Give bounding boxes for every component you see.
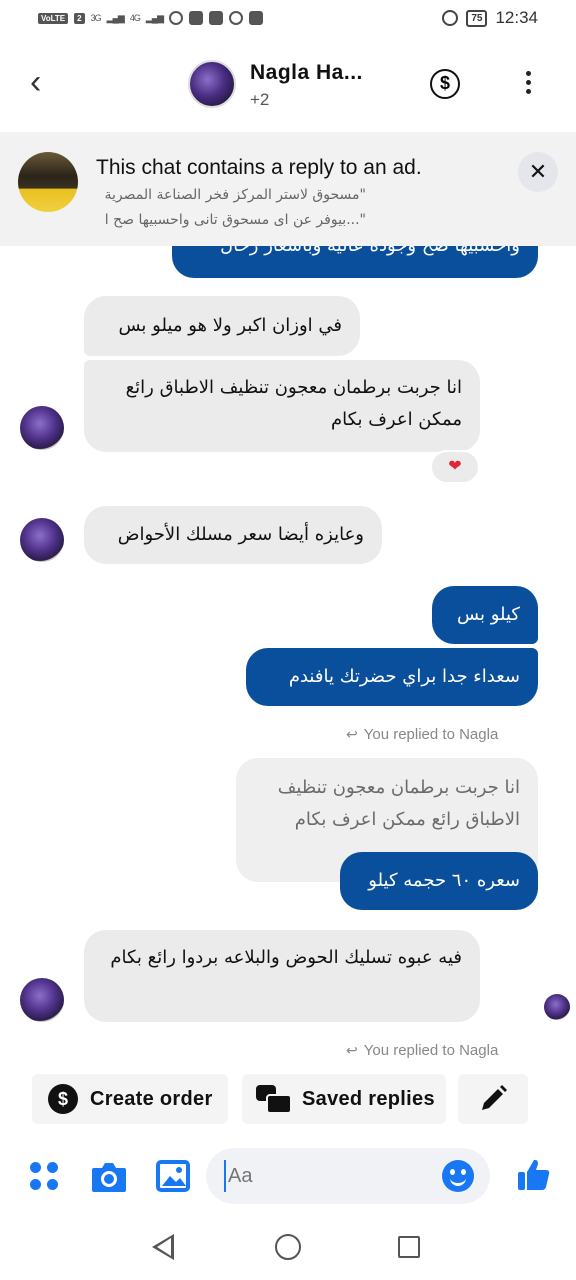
network-3g: 3G xyxy=(90,13,102,23)
saved-replies-label: Saved replies xyxy=(302,1087,435,1110)
ad-banner-preview: "...بيوفر عن اى مسحوق تانى واحسبيها صح ا xyxy=(104,212,366,228)
reply-indicator: ↩ You replied to Nagla xyxy=(346,726,498,743)
camera-icon[interactable] xyxy=(90,1160,128,1194)
system-nav-bar xyxy=(0,1212,576,1280)
edit-button[interactable] xyxy=(458,1074,528,1124)
ad-reply-banner[interactable]: This chat contains a reply to an ad. "مس… xyxy=(0,132,576,246)
avatar[interactable] xyxy=(20,406,64,450)
avatar[interactable] xyxy=(20,978,64,1022)
message-incoming[interactable]: في اوزان اكبر ولا هو ميلو بس xyxy=(84,296,360,356)
avatar[interactable] xyxy=(20,518,64,562)
youtube-icon xyxy=(209,11,224,25)
message-incoming[interactable]: وعايزه أيضا سعر مسلك الأحواض xyxy=(84,506,382,564)
chat-bubbles-icon xyxy=(256,1085,292,1114)
dollar-icon[interactable]: $ xyxy=(430,69,460,99)
reply-arrow-icon: ↩ xyxy=(346,1042,358,1058)
dollar-icon: $ xyxy=(48,1084,78,1114)
message-input-wrapper[interactable] xyxy=(206,1148,490,1204)
network-4g: 4G xyxy=(129,13,141,23)
nav-home-icon[interactable] xyxy=(275,1234,301,1260)
nav-recents-icon[interactable] xyxy=(398,1236,420,1258)
status-bar: VoLTE 2 3G ▂▄▆ 4G ▂▄▆ 75 12:34 xyxy=(0,0,576,36)
nav-back-icon[interactable] xyxy=(152,1234,174,1260)
status-left: VoLTE 2 3G ▂▄▆ 4G ▂▄▆ xyxy=(38,11,264,25)
message-outgoing[interactable]: كيلو بس xyxy=(432,586,538,644)
volte-badge: VoLTE xyxy=(38,12,69,24)
emoji-icon[interactable] xyxy=(442,1160,474,1192)
sim-badge: 2 xyxy=(74,12,85,24)
more-vertical-icon[interactable] xyxy=(516,68,540,100)
message-incoming[interactable]: فيه عبوه تسليك الحوض والبلاعه بردوا رائع… xyxy=(84,930,480,1022)
thumbs-up-icon[interactable] xyxy=(514,1156,552,1194)
message-outgoing[interactable]: سعداء جدا براي حضرتك يافندم xyxy=(246,648,538,706)
status-right: 75 12:34 xyxy=(442,8,538,28)
app-icon xyxy=(189,11,204,25)
message-incoming[interactable]: انا جربت برطمان معجون تنظيف الاطباق رائع… xyxy=(84,360,480,452)
contact-subtitle: +2 xyxy=(250,90,270,109)
back-arrow-icon[interactable]: ‹ xyxy=(30,64,62,104)
create-order-button[interactable]: $ Create order xyxy=(32,1074,228,1124)
circle-icon xyxy=(229,11,244,25)
heart-reaction-icon[interactable]: ❤ xyxy=(430,450,480,484)
status-time: 12:34 xyxy=(495,8,538,27)
signal-icon: ▂▄▆ xyxy=(145,12,164,23)
alarm-icon xyxy=(442,10,459,26)
ad-banner-title: This chat contains a reply to an ad. xyxy=(96,156,422,179)
create-order-label: Create order xyxy=(90,1087,213,1110)
seen-avatar xyxy=(544,994,570,1020)
reply-indicator: ↩ You replied to Nagla xyxy=(346,1042,498,1059)
pencil-icon xyxy=(482,1085,507,1110)
message-outgoing[interactable]: سعره ٦٠ حجمه كيلو xyxy=(340,852,538,910)
reply-indicator-text: You replied to Nagla xyxy=(363,726,499,743)
contact-name[interactable]: Nagla Ha... xyxy=(250,61,363,85)
ad-banner-preview: "مسحوق لاستر المركز فخر الصناعة المصرية xyxy=(104,187,366,203)
avatar[interactable] xyxy=(188,60,236,108)
facebook-icon xyxy=(249,11,264,25)
message-list[interactable]: واحسبيها صح وجودة عالية وباسعار رخال في … xyxy=(0,246,576,1066)
image-icon[interactable] xyxy=(156,1160,190,1192)
message-input[interactable] xyxy=(224,1160,424,1192)
vpn-icon xyxy=(169,11,184,25)
reply-arrow-icon: ↩ xyxy=(346,726,358,742)
grid-dots-icon[interactable] xyxy=(30,1162,60,1192)
battery-indicator: 75 xyxy=(466,9,488,27)
signal-icon: ▂▄▆ xyxy=(106,12,125,23)
message-composer xyxy=(0,1142,576,1212)
message-outgoing[interactable]: واحسبيها صح وجودة عالية وباسعار رخال xyxy=(172,246,538,278)
close-icon[interactable]: ✕ xyxy=(518,152,558,192)
reply-indicator-text: You replied to Nagla xyxy=(363,1042,499,1059)
ad-thumbnail[interactable] xyxy=(18,152,78,212)
saved-replies-button[interactable]: Saved replies xyxy=(242,1074,446,1124)
chat-header: ‹ Nagla Ha... +2 $ xyxy=(0,44,576,124)
